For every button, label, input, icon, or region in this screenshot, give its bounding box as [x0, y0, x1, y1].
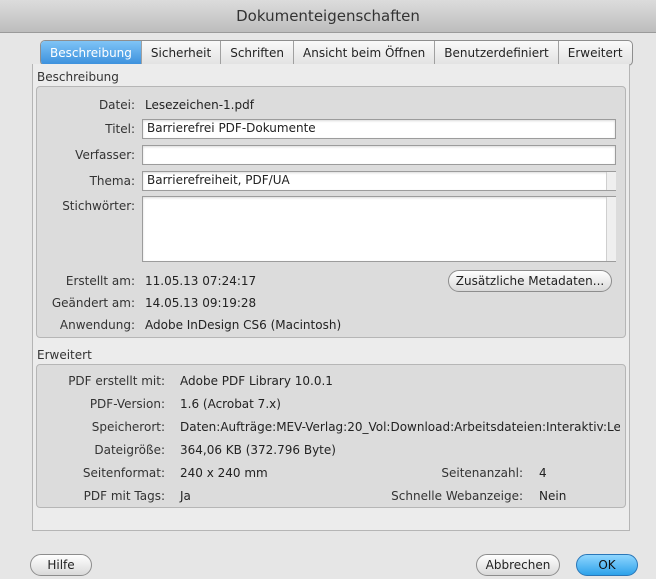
pdf-version-value: 1.6 (Acrobat 7.x)	[180, 397, 281, 411]
advanced-section-label: Erweitert	[37, 348, 92, 362]
cancel-button[interactable]: Abbrechen	[476, 554, 560, 576]
file-size-value: 364,06 KB (372.796 Byte)	[180, 443, 336, 457]
tab-content-pane: Beschreibung Datei: Lesezeichen-1.pdf Ti…	[32, 64, 630, 531]
description-section-label: Beschreibung	[37, 70, 119, 84]
pdf-version-label: PDF-Version:	[89, 397, 165, 411]
page-size-label: Seitenformat:	[82, 466, 165, 480]
page-count-value: 4	[539, 466, 547, 480]
created-value: 11.05.13 07:24:17	[145, 274, 257, 288]
fast-web-view-label: Schnelle Webanzeige:	[391, 489, 523, 503]
producer-label: PDF erstellt mit:	[68, 374, 165, 388]
title-field[interactable]: Barrierefrei PDF-Dokumente	[142, 119, 616, 139]
page-size-value: 240 x 240 mm	[180, 466, 268, 480]
additional-metadata-button[interactable]: Zusätzliche Metadaten...	[448, 270, 612, 292]
tab-beschreibung[interactable]: Beschreibung	[41, 41, 142, 65]
location-value: Daten:Aufträge:MEV-Verlag:20_Vol:Downloa…	[180, 420, 620, 434]
modified-label: Geändert am:	[51, 296, 135, 310]
fast-web-view-value: Nein	[539, 489, 567, 503]
modified-value: 14.05.13 09:19:28	[145, 296, 257, 310]
producer-value: Adobe PDF Library 10.0.1	[180, 374, 333, 388]
keywords-label: Stichwörter:	[62, 199, 135, 213]
subject-scrollbar[interactable]	[606, 172, 616, 190]
keywords-scrollbar[interactable]	[606, 197, 616, 261]
file-size-label: Dateigröße:	[94, 443, 165, 457]
page-count-label: Seitenanzahl:	[441, 466, 523, 480]
tagged-pdf-value: Ja	[180, 489, 191, 503]
author-label: Verfasser:	[75, 148, 135, 162]
file-label: Datei:	[98, 98, 135, 112]
tab-sicherheit[interactable]: Sicherheit	[142, 41, 222, 65]
help-button[interactable]: Hilfe	[30, 554, 92, 576]
title-label: Titel:	[105, 122, 135, 136]
author-field[interactable]	[142, 145, 616, 165]
document-properties-dialog: Dokumenteigenschaften Beschreibung Siche…	[0, 0, 656, 579]
window-title: Dokumenteigenschaften	[0, 0, 656, 33]
tab-benutzerdefiniert[interactable]: Benutzerdefiniert	[435, 41, 559, 65]
ok-button[interactable]: OK	[576, 554, 638, 576]
application-value: Adobe InDesign CS6 (Macintosh)	[145, 318, 342, 332]
tab-schriften[interactable]: Schriften	[221, 41, 294, 65]
application-label: Anwendung:	[59, 318, 135, 332]
tab-erweitert[interactable]: Erweitert	[559, 41, 632, 65]
subject-label: Thema:	[89, 174, 135, 188]
file-value: Lesezeichen-1.pdf	[145, 98, 254, 112]
tab-ansicht-beim-oeffnen[interactable]: Ansicht beim Öffnen	[294, 41, 436, 65]
keywords-field[interactable]	[142, 196, 616, 262]
tab-bar: Beschreibung Sicherheit Schriften Ansich…	[0, 40, 656, 66]
created-label: Erstellt am:	[65, 274, 135, 288]
location-label: Speicherort:	[91, 420, 165, 434]
tagged-pdf-label: PDF mit Tags:	[83, 489, 165, 503]
subject-field[interactable]: Barrierefreiheit, PDF/UA	[142, 171, 616, 191]
